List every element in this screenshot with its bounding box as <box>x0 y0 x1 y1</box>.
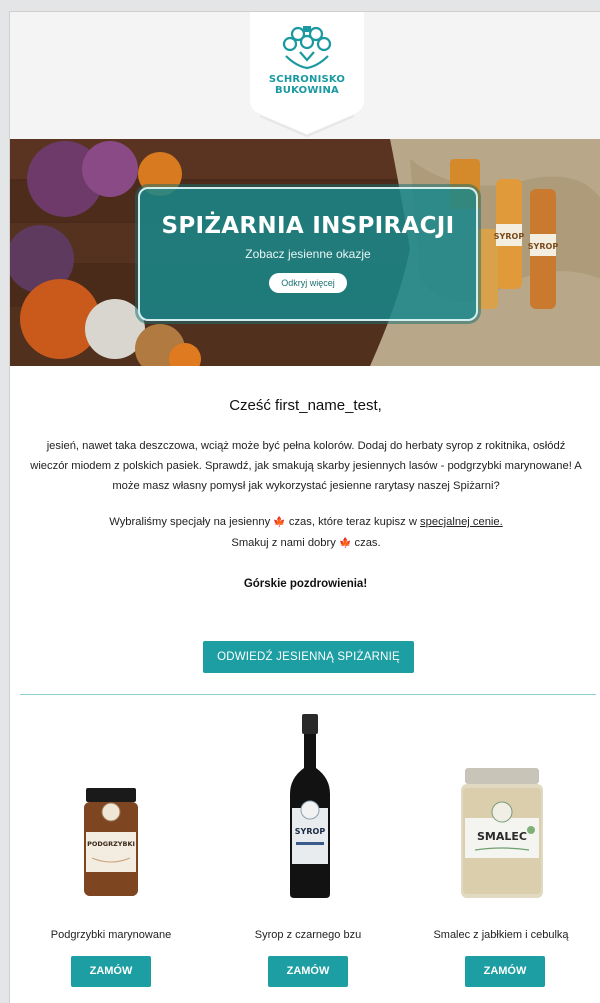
discover-more-button[interactable]: Odkryj więcej <box>269 273 347 293</box>
offer-paragraph: Wybraliśmy specjały na jesienny 🍁 czas, … <box>30 512 582 554</box>
special-price-link[interactable]: specjalnej cenie. <box>420 516 503 528</box>
product-image-podgrzybki[interactable]: PODGRZYBKI <box>76 782 146 902</box>
order-button-1[interactable]: ZAMÓW <box>71 956 151 987</box>
hero-jar-label-2: SYROP <box>528 242 559 251</box>
logo-text-line2: BUKOWINA <box>274 85 339 96</box>
offer-text-2: czas, które teraz kupisz w <box>288 516 417 528</box>
offer-text-1: Wybraliśmy specjały na jesienny <box>109 516 271 528</box>
product-title: Podgrzybki marynowane <box>50 929 172 941</box>
greeting-heading: Cześć first_name_test, <box>229 397 382 414</box>
product-title: Syrop z czarnego bzu <box>254 929 362 941</box>
product-image-syrop[interactable]: SYROP <box>280 712 340 902</box>
intro-paragraph: jesień, nawet taka deszczowa, wciąż może… <box>30 440 582 492</box>
visit-pantry-button[interactable]: ODWIEDŹ JESIENNĄ SPIŻARNIĘ <box>203 641 414 673</box>
maple-leaf-icon: 🍁 <box>338 538 352 549</box>
hero-banner[interactable]: SYROP SYROP SPIŻARNIA INSPIRACJI Zobacz … <box>10 139 600 366</box>
product-jar-label-3: SMALEC <box>477 830 527 843</box>
hero-subtitle: Zobacz jesienne okazje <box>245 247 371 261</box>
email-frame: SCHRONISKO BUKOWINA SYROP SYROP SPIŻARNI… <box>9 11 600 1003</box>
logo-badge[interactable]: SCHRONISKO BUKOWINA <box>246 12 368 140</box>
offer-text-3: Smakuj z nami dobry <box>231 537 336 549</box>
product-jar-label-2: SYROP <box>295 827 326 836</box>
hero-title: SPIŻARNIA INSPIRACJI <box>161 213 455 239</box>
logo-text-line1: SCHRONISKO <box>268 74 346 85</box>
product-image-smalec[interactable]: SMALEC <box>457 764 547 902</box>
maple-leaf-icon: 🍁 <box>273 517 286 528</box>
product-title: Smalec z jabłkiem i cebulką <box>433 929 569 941</box>
hero-jar-label-1: SYROP <box>494 232 525 241</box>
section-divider <box>20 694 596 695</box>
order-button-2[interactable]: ZAMÓW <box>268 956 348 987</box>
offer-text-4: czas. <box>354 537 381 549</box>
order-button-3[interactable]: ZAMÓW <box>465 956 545 987</box>
product-jar-label-1: PODGRZYBKI <box>87 840 135 848</box>
signoff-text: Górskie pozdrowienia! <box>243 578 368 590</box>
hero-overlay-box: SPIŻARNIA INSPIRACJI Zobacz jesienne oka… <box>138 187 478 321</box>
